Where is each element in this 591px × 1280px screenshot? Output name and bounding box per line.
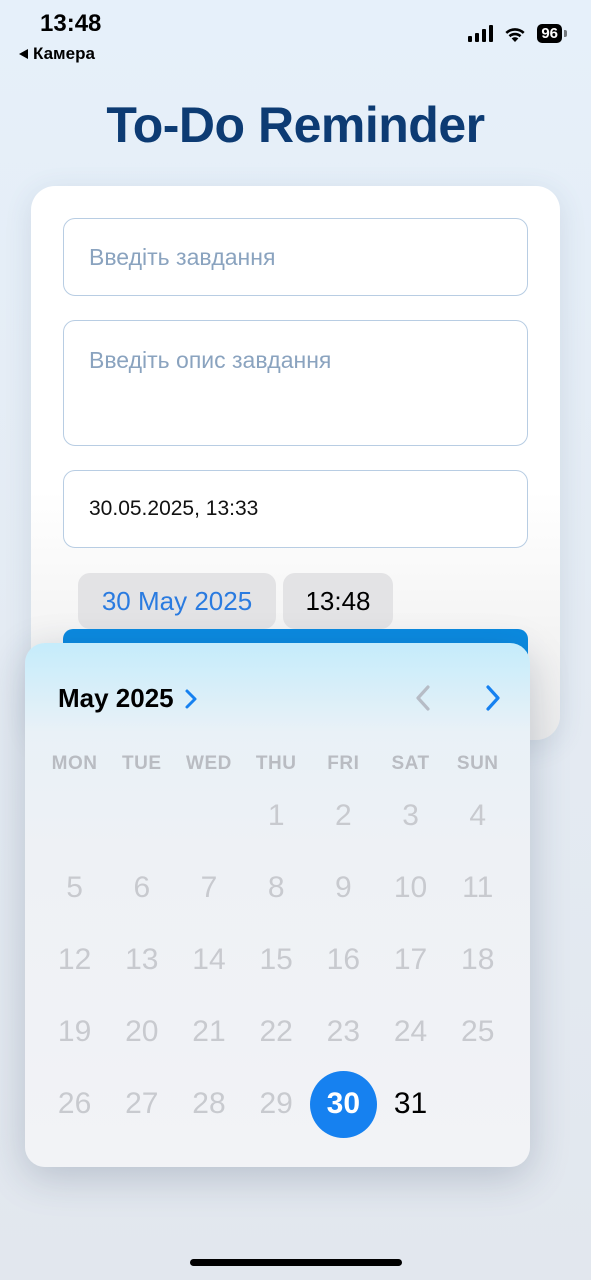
weekday-label: WED (186, 753, 232, 774)
calendar-day: 9 (310, 852, 377, 924)
task-description-placeholder: Введіть опис завдання (89, 347, 332, 373)
calendar-day[interactable]: 31 (377, 1068, 444, 1140)
home-indicator (190, 1259, 402, 1266)
calendar-day: 7 (175, 852, 242, 924)
weekday-label: SAT (391, 753, 430, 774)
day-number: 28 (192, 1087, 226, 1120)
day-number: 19 (57, 1015, 92, 1048)
weekday-header: MON TUE WED THU FRI SAT SUN (41, 753, 511, 775)
calendar-day: 26 (41, 1068, 108, 1140)
day-number: 14 (192, 943, 226, 976)
datetime-value: 30.05.2025, 13:33 (89, 497, 259, 520)
day-number: 8 (267, 871, 285, 904)
calendar-day: 14 (175, 924, 242, 996)
calendar-day: 16 (310, 924, 377, 996)
day-number: 15 (259, 943, 293, 976)
calendar-day: 4 (444, 780, 511, 852)
day-number: 27 (125, 1087, 159, 1120)
day-number: 24 (393, 1015, 428, 1048)
calendar-day: 5 (41, 852, 108, 924)
calendar-day: 20 (108, 996, 175, 1068)
weekday-label: FRI (327, 753, 360, 774)
weekday-label: SUN (456, 753, 499, 774)
day-number: 26 (57, 1087, 92, 1120)
day-number: 25 (461, 1015, 495, 1048)
calendar-day: 15 (243, 924, 310, 996)
calendar-day: 10 (377, 852, 444, 924)
empty-day-cell (108, 780, 175, 852)
month-year-selector[interactable]: May 2025 (58, 683, 198, 714)
calendar-day: 6 (108, 852, 175, 924)
day-number: 20 (125, 1015, 159, 1048)
calendar-day: 22 (243, 996, 310, 1068)
day-number: 30 (309, 1070, 377, 1138)
datetime-input[interactable]: 30.05.2025, 13:33 (63, 470, 528, 548)
day-number: 3 (402, 799, 419, 832)
date-picker-button[interactable]: 30 May 2025 (78, 573, 276, 629)
month-label: May 2025 (58, 683, 174, 713)
day-number: 29 (259, 1087, 293, 1120)
day-number: 13 (125, 943, 159, 976)
next-month-button[interactable] (481, 683, 505, 713)
back-to-camera-link[interactable]: Камера (19, 44, 95, 64)
day-number: 18 (461, 943, 495, 976)
day-number: 1 (267, 799, 285, 832)
day-number: 2 (335, 799, 352, 832)
calendar-day: 11 (444, 852, 511, 924)
days-grid: 1 2 3 4 5 6 7 8 9 10 11 12 13 14 15 16 17 18 19 20 21 22 23 24 2… (41, 780, 511, 1140)
calendar-day: 8 (243, 852, 310, 924)
calendar-day: 1 (243, 780, 310, 852)
day-number: 22 (259, 1015, 293, 1048)
app-title: To-Do Reminder (106, 97, 485, 153)
task-title-input[interactable]: Введіть завдання (63, 218, 528, 296)
calendar-day: 28 (175, 1068, 242, 1140)
task-description-input[interactable]: Введіть опис завдання (63, 320, 528, 446)
day-number: 21 (192, 1015, 226, 1048)
day-number: 7 (200, 871, 218, 904)
calendar-day: 21 (175, 996, 242, 1068)
chevron-right-icon (185, 689, 197, 708)
calendar-day: 23 (310, 996, 377, 1068)
calendar-day: 24 (377, 996, 444, 1068)
day-number: 6 (133, 871, 151, 904)
calendar-day: 18 (444, 924, 511, 996)
day-number: 16 (326, 943, 361, 976)
wifi-icon (505, 27, 525, 42)
calendar-day: 17 (377, 924, 444, 996)
battery-icon: 96 (537, 24, 567, 43)
day-number: 17 (393, 943, 428, 976)
prev-month-button[interactable] (411, 683, 435, 713)
back-label: Камера (33, 44, 95, 63)
day-number: 23 (326, 1015, 361, 1048)
day-number: 5 (66, 871, 83, 904)
status-icons: 96 (468, 24, 567, 43)
time-picker-button[interactable]: 13:48 (283, 573, 393, 629)
calendar-day: 29 (243, 1068, 310, 1140)
calendar-day: 2 (310, 780, 377, 852)
signal-icon (468, 25, 494, 42)
day-number: 31 (393, 1087, 428, 1120)
day-number: 10 (393, 871, 428, 904)
day-number: 9 (335, 871, 352, 904)
day-number: 4 (469, 799, 487, 832)
calendar-day: 27 (108, 1068, 175, 1140)
task-title-placeholder: Введіть завдання (89, 244, 276, 270)
calendar-day: 19 (41, 996, 108, 1068)
status-time: 13:48 (40, 10, 102, 37)
day-number: 11 (462, 871, 494, 904)
calendar-popup: May 2025 MON TUE WED THU FRI SAT SUN 123456789… (25, 643, 530, 1167)
weekday-label: THU (255, 753, 297, 774)
calendar-day: 25 (444, 996, 511, 1068)
selected-day[interactable]: 30 (309, 1068, 377, 1140)
calendar-day: 3 (377, 780, 444, 852)
weekday-label: MON (51, 753, 98, 774)
day-number: 12 (57, 943, 92, 976)
calendar-day: 12 (41, 924, 108, 996)
calendar-day: 13 (108, 924, 175, 996)
back-arrow-icon (19, 49, 28, 59)
empty-day-cell (175, 780, 242, 852)
empty-day-cell (41, 780, 108, 852)
weekday-label: TUE (122, 753, 162, 774)
battery-level: 96 (537, 24, 562, 43)
